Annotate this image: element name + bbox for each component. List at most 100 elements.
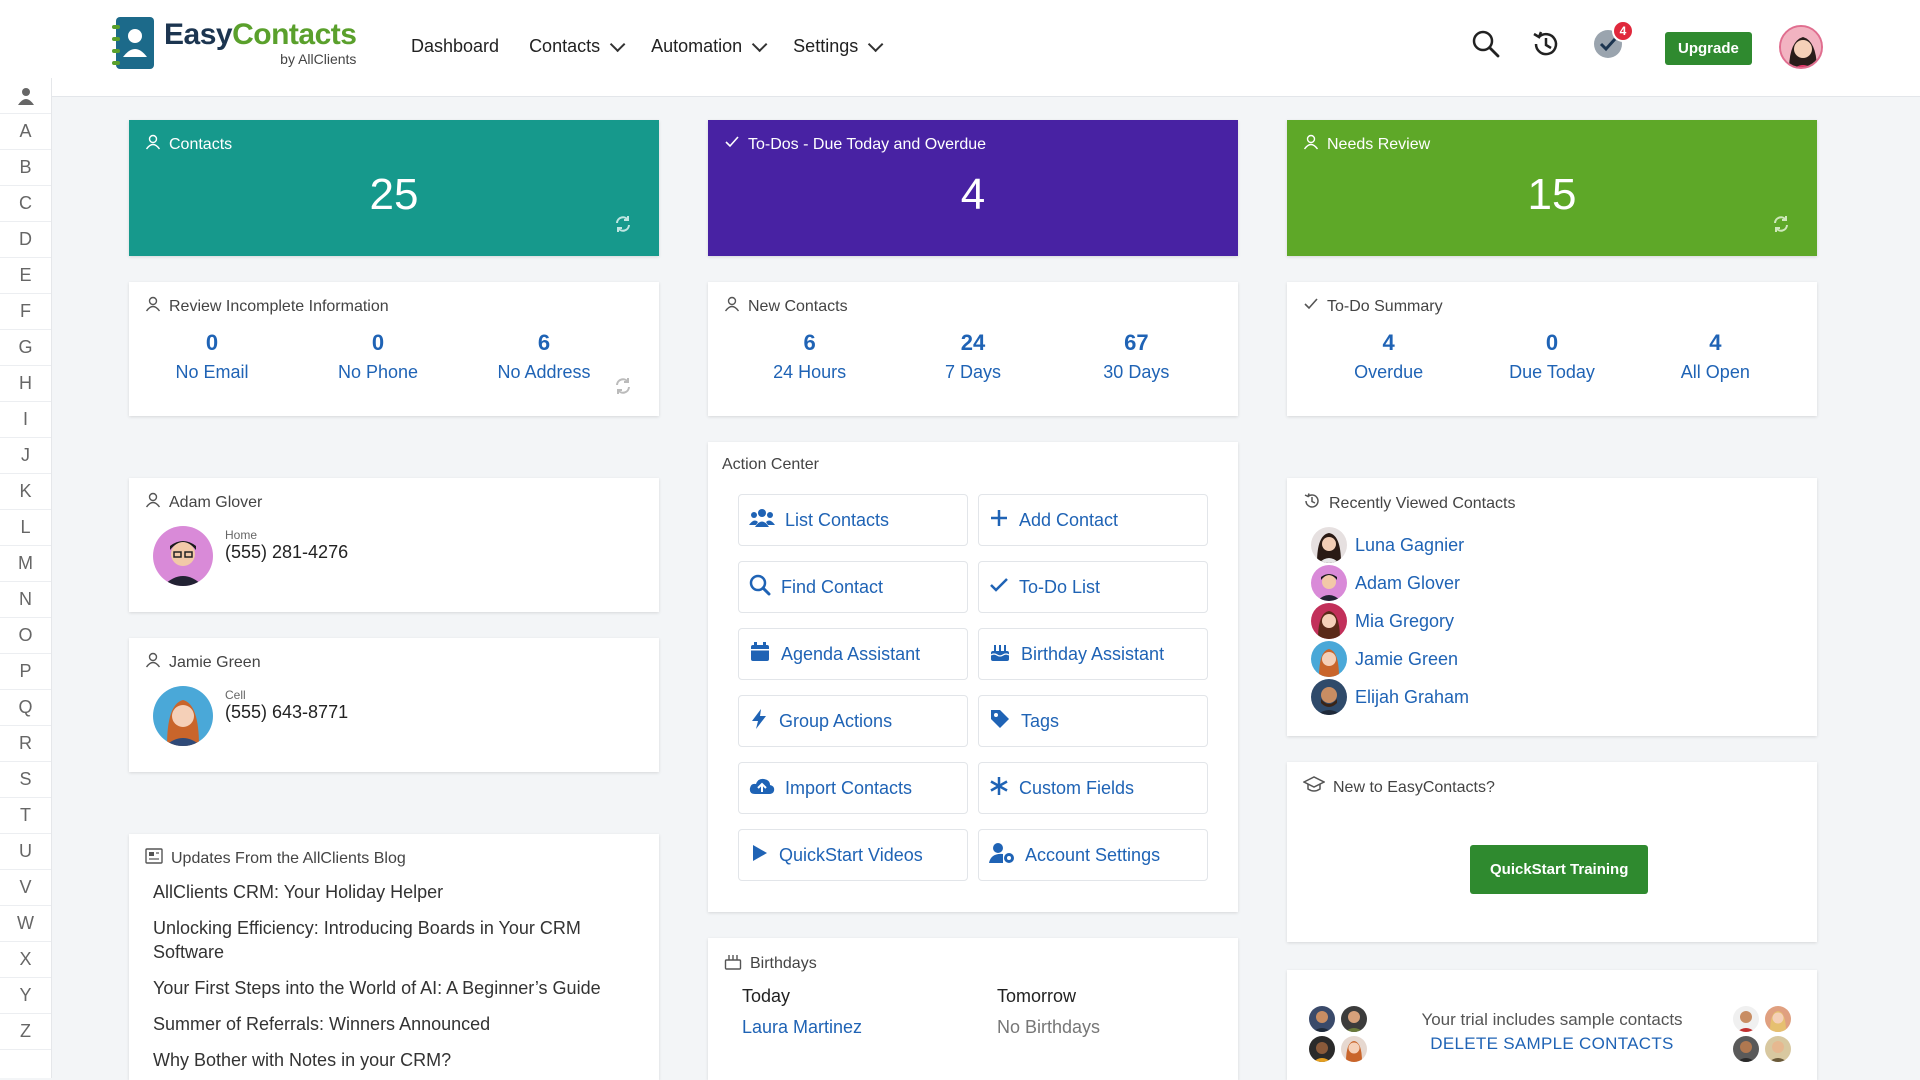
action-label: To-Do List [1019, 576, 1101, 597]
stat-no-address[interactable]: 6 No Address [461, 330, 627, 383]
refresh-icon[interactable] [1771, 214, 1791, 234]
alpha-filter-t[interactable]: T [0, 798, 51, 834]
alpha-filter-m[interactable]: M [0, 546, 51, 582]
alpha-filter-c[interactable]: C [0, 186, 51, 222]
cake-icon [989, 641, 1011, 668]
stat-no-phone[interactable]: 0 No Phone [295, 330, 461, 383]
needs-review-card-title: Needs Review [1327, 135, 1431, 153]
quickstart-videos-button[interactable]: QuickStart Videos [738, 829, 968, 881]
person-icon [1303, 134, 1319, 155]
birthday-assistant-button[interactable]: Birthday Assistant [978, 628, 1208, 680]
alpha-filter-l[interactable]: L [0, 510, 51, 546]
avatar [1733, 1006, 1759, 1032]
app-logo[interactable]: EasyContacts by AllClients [112, 17, 357, 69]
history-icon[interactable] [1526, 24, 1566, 64]
contacts-count-card[interactable]: Contacts 25 [129, 120, 659, 256]
person-icon [724, 296, 740, 317]
refresh-icon[interactable] [613, 376, 633, 396]
users-icon [749, 508, 775, 533]
alpha-filter-j[interactable]: J [0, 438, 51, 474]
stat-all-open[interactable]: 4 All Open [1634, 330, 1797, 383]
list-item[interactable]: Luna Gagnier [1311, 526, 1469, 564]
new-to-title: New to EasyContacts? [1333, 778, 1495, 796]
list-item[interactable]: Jamie Green [1311, 640, 1469, 678]
alpha-filter-u[interactable]: U [0, 834, 51, 870]
alpha-filter-q[interactable]: Q [0, 690, 51, 726]
alpha-filter-v[interactable]: V [0, 870, 51, 906]
alpha-filter-y[interactable]: Y [0, 978, 51, 1014]
phone-number[interactable]: (555) 643-8771 [225, 702, 348, 723]
avatar [1311, 679, 1347, 715]
phone-number[interactable]: (555) 281-4276 [225, 542, 348, 563]
agenda-assistant-button[interactable]: Agenda Assistant [738, 628, 968, 680]
stat-due-today[interactable]: 0 Due Today [1470, 330, 1633, 383]
quickstart-training-button[interactable]: QuickStart Training [1470, 845, 1649, 894]
find-contact-button[interactable]: Find Contact [738, 561, 968, 613]
blog-post-link[interactable]: AllClients CRM: Your Holiday Helper [153, 880, 623, 904]
todo-list-button[interactable]: To-Do List [978, 561, 1208, 613]
blog-post-link[interactable]: Unlocking Efficiency: Introducing Boards… [153, 916, 623, 964]
upgrade-button[interactable]: Upgrade [1665, 32, 1752, 65]
check-icon [724, 134, 740, 155]
todo-check-icon[interactable]: 4 [1588, 20, 1634, 64]
alpha-filter-d[interactable]: D [0, 222, 51, 258]
alpha-filter-a[interactable]: A [0, 114, 51, 150]
nav-dashboard[interactable]: Dashboard [411, 36, 499, 57]
alpha-filter-k[interactable]: K [0, 474, 51, 510]
todos-due-card[interactable]: To-Dos - Due Today and Overdue 4 [708, 120, 1238, 256]
stat-label: 30 Days [1103, 362, 1170, 382]
list-item[interactable]: Elijah Graham [1311, 678, 1469, 716]
blog-post-link[interactable]: Summer of Referrals: Winners Announced [153, 1012, 623, 1036]
alpha-filter-w[interactable]: W [0, 906, 51, 942]
user-avatar[interactable] [1779, 25, 1823, 69]
stat-7-days[interactable]: 24 7 Days [891, 330, 1054, 383]
alpha-filter-n[interactable]: N [0, 582, 51, 618]
all-contacts-person-icon[interactable] [0, 78, 51, 114]
group-actions-button[interactable]: Group Actions [738, 695, 968, 747]
nav-automation[interactable]: Automation [651, 36, 768, 57]
tags-button[interactable]: Tags [978, 695, 1208, 747]
alpha-filter-b[interactable]: B [0, 150, 51, 186]
stat-number: 67 [1124, 330, 1149, 355]
nav-contacts[interactable]: Contacts [529, 36, 626, 57]
list-item[interactable]: Adam Glover [1311, 564, 1469, 602]
person-icon [145, 492, 161, 513]
refresh-icon[interactable] [613, 214, 633, 234]
blog-post-link[interactable]: Why Bother with Notes in your CRM? [153, 1048, 623, 1072]
alpha-filter-z[interactable]: Z [0, 1014, 51, 1050]
alpha-filter-i[interactable]: I [0, 402, 51, 438]
stat-24-hours[interactable]: 6 24 Hours [728, 330, 891, 383]
contact-card-adam-glover[interactable]: Adam Glover Home (555) 281-4276 [129, 478, 659, 612]
alpha-filter-e[interactable]: E [0, 258, 51, 294]
alpha-filter-o[interactable]: O [0, 618, 51, 654]
action-label: Add Contact [1019, 509, 1119, 530]
birthday-contact-link[interactable]: Laura Martinez [742, 1017, 862, 1038]
list-item[interactable]: Mia Gregory [1311, 602, 1469, 640]
alpha-filter-r[interactable]: R [0, 726, 51, 762]
contact-card-jamie-green[interactable]: Jamie Green Cell (555) 643-8771 [129, 638, 659, 772]
alpha-filter-f[interactable]: F [0, 294, 51, 330]
import-contacts-button[interactable]: Import Contacts [738, 762, 968, 814]
custom-fields-button[interactable]: Custom Fields [978, 762, 1208, 814]
action-center-title: Action Center [722, 456, 819, 473]
stat-number: 6 [803, 330, 816, 355]
needs-review-card[interactable]: Needs Review 15 [1287, 120, 1817, 256]
alpha-filter-p[interactable]: P [0, 654, 51, 690]
sample-avatars-right [1733, 1006, 1791, 1062]
alpha-filter-s[interactable]: S [0, 762, 51, 798]
stat-30-days[interactable]: 67 30 Days [1055, 330, 1218, 383]
stat-no-email[interactable]: 0 No Email [129, 330, 295, 383]
search-icon[interactable] [1466, 24, 1506, 64]
alpha-filter-g[interactable]: G [0, 330, 51, 366]
nav-settings[interactable]: Settings [793, 36, 884, 57]
blog-post-link[interactable]: Your First Steps into the World of AI: A… [153, 976, 623, 1000]
add-contact-button[interactable]: Add Contact [978, 494, 1208, 546]
account-settings-button[interactable]: Account Settings [978, 829, 1208, 881]
action-label: Tags [1021, 710, 1060, 731]
stat-number: 4 [1382, 330, 1395, 355]
new-contacts-stats: 6 24 Hours 24 7 Days 67 30 Days [728, 330, 1218, 383]
stat-overdue[interactable]: 4 Overdue [1307, 330, 1470, 383]
alpha-filter-h[interactable]: H [0, 366, 51, 402]
alpha-filter-x[interactable]: X [0, 942, 51, 978]
list-contacts-button[interactable]: List Contacts [738, 494, 968, 546]
